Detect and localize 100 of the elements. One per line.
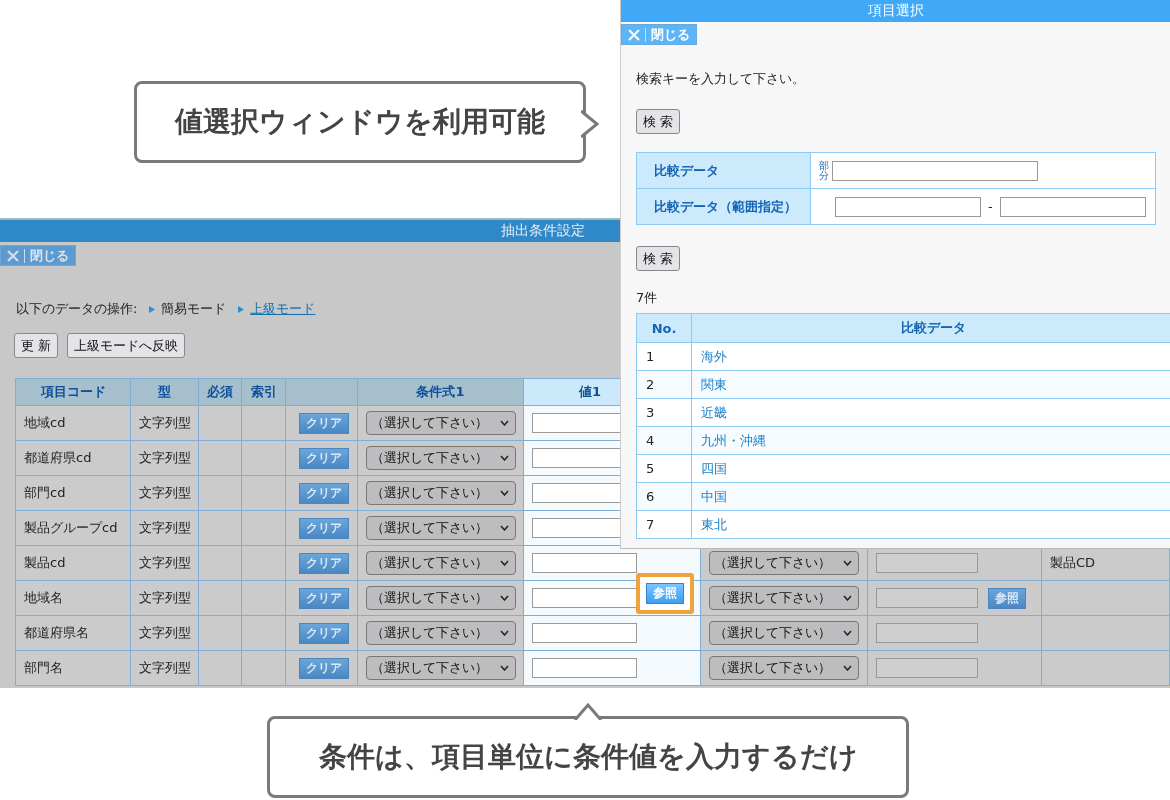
- condition-select[interactable]: （選択して下さい）: [365, 586, 516, 610]
- condition-select[interactable]: （選択して下さい）: [365, 621, 516, 645]
- reference-button[interactable]: 参照: [646, 583, 684, 604]
- compare-field[interactable]: [832, 160, 1038, 181]
- callout-pointer: [573, 702, 603, 720]
- table-cell: 部門cd: [15, 475, 131, 511]
- condition-select[interactable]: （選択して下さい）: [709, 551, 859, 575]
- partial-hint: 部分: [819, 160, 829, 181]
- chevron-icon: [843, 595, 852, 601]
- table-cell: 文字列型: [130, 405, 199, 441]
- table-cell: 文字列型: [130, 475, 199, 511]
- reference-button[interactable]: 参照: [988, 587, 1026, 609]
- condition-select[interactable]: （選択して下さい）: [365, 411, 516, 435]
- value-field[interactable]: [532, 658, 637, 678]
- chevron-icon: [843, 630, 852, 636]
- column-header: 条件式1: [357, 378, 524, 406]
- column-header: 索引: [241, 378, 286, 406]
- chevron-icon: [499, 560, 509, 566]
- value-field[interactable]: [532, 623, 637, 643]
- search-button[interactable]: 検 索: [636, 246, 681, 271]
- result-link[interactable]: 近畿: [701, 404, 727, 420]
- result-link[interactable]: 東北: [701, 516, 727, 532]
- clear-button[interactable]: クリア: [299, 517, 349, 539]
- mode-link[interactable]: 上級モード: [250, 300, 316, 318]
- column-header: No.: [636, 313, 692, 343]
- value-field[interactable]: [876, 553, 978, 573]
- close-button[interactable]: 閉じる: [0, 245, 76, 266]
- condition-select[interactable]: （選択して下さい）: [365, 516, 516, 540]
- range-to-field[interactable]: [999, 196, 1146, 217]
- table-cell: 3: [636, 398, 692, 427]
- result-link[interactable]: 九州・沖縄: [701, 432, 766, 448]
- clear-button[interactable]: クリア: [299, 657, 349, 679]
- range-from-field[interactable]: [835, 196, 981, 217]
- table-cell: 文字列型: [130, 440, 199, 476]
- table-cell: 5: [636, 454, 692, 483]
- table-cell: 文字列型: [130, 545, 199, 581]
- triangle-icon: [238, 305, 245, 313]
- table-cell: 文字列型: [130, 580, 199, 616]
- table-cell: 製品CD: [1050, 555, 1096, 570]
- clear-button[interactable]: クリア: [299, 482, 349, 504]
- triangle-icon: [149, 305, 156, 313]
- result-link[interactable]: 四国: [701, 460, 727, 476]
- current-mode: 簡易モード: [161, 300, 227, 318]
- column-header: 項目コード: [15, 378, 131, 406]
- field-label: 比較データ（範囲指定）: [636, 188, 811, 225]
- clear-button[interactable]: クリア: [299, 587, 349, 609]
- clear-button[interactable]: クリア: [299, 622, 349, 644]
- clear-button[interactable]: クリア: [299, 412, 349, 434]
- chevron-icon: [843, 665, 852, 671]
- action-button[interactable]: 更 新: [14, 333, 59, 358]
- value-field[interactable]: [876, 588, 978, 608]
- table-cell: 都道府県名: [15, 615, 131, 651]
- chevron-icon: [843, 560, 852, 566]
- clear-button[interactable]: クリア: [299, 552, 349, 574]
- result-count: 7件: [636, 289, 659, 307]
- condition-select[interactable]: （選択して下さい）: [365, 446, 516, 470]
- operation-label: 以下のデータの操作:: [16, 300, 138, 318]
- action-button[interactable]: 上級モードへ反映: [67, 333, 186, 358]
- chevron-icon: [499, 595, 509, 601]
- table-cell: 製品グループcd: [15, 510, 131, 546]
- table-cell: 文字列型: [130, 650, 199, 686]
- table-cell: 7: [636, 510, 692, 539]
- chevron-icon: [499, 455, 509, 461]
- chevron-icon: [499, 665, 509, 671]
- table-cell: 2: [636, 370, 692, 399]
- chevron-icon: [499, 490, 509, 496]
- table-cell: 1: [636, 342, 692, 371]
- result-link[interactable]: 中国: [701, 488, 727, 504]
- column-header: 比較データ: [691, 313, 1170, 343]
- close-icon: [7, 249, 19, 262]
- value-field[interactable]: [876, 623, 978, 643]
- table-cell: 都道府県cd: [15, 440, 131, 476]
- condition-select[interactable]: （選択して下さい）: [365, 551, 516, 575]
- result-link[interactable]: 関東: [701, 376, 727, 392]
- table-cell: 製品cd: [15, 545, 131, 581]
- search-prompt: 検索キーを入力して下さい。: [636, 70, 806, 88]
- table-cell: 文字列型: [130, 615, 199, 651]
- condition-select[interactable]: （選択して下さい）: [365, 656, 516, 680]
- value-field[interactable]: [532, 553, 637, 573]
- window-title: 抽出条件設定: [501, 222, 585, 240]
- column-header: 必須: [198, 378, 242, 406]
- condition-select[interactable]: （選択して下さい）: [365, 481, 516, 505]
- chevron-icon: [499, 525, 509, 531]
- result-link[interactable]: 海外: [701, 348, 727, 364]
- search-button[interactable]: 検 索: [636, 109, 681, 134]
- value-field[interactable]: [532, 588, 637, 608]
- table-cell: 部門名: [15, 650, 131, 686]
- value-field[interactable]: [876, 658, 978, 678]
- condition-select[interactable]: （選択して下さい）: [709, 656, 859, 680]
- condition-select[interactable]: （選択して下さい）: [709, 621, 859, 645]
- table-cell: 地域cd: [15, 405, 131, 441]
- table-cell: 地域名: [15, 580, 131, 616]
- chevron-icon: [499, 630, 509, 636]
- chevron-icon: [499, 420, 509, 426]
- field-label: 比較データ: [636, 152, 811, 189]
- column-header: 型: [130, 378, 199, 406]
- range-separator: -: [988, 199, 993, 214]
- callout-pointer: [581, 109, 601, 139]
- condition-select[interactable]: （選択して下さい）: [709, 586, 859, 610]
- clear-button[interactable]: クリア: [299, 447, 349, 469]
